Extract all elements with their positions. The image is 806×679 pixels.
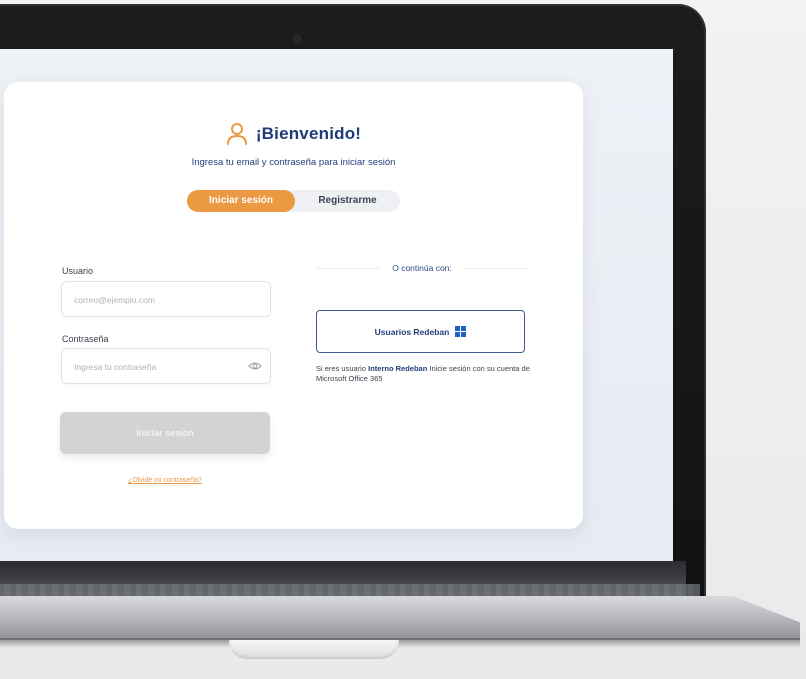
info-prefix: Si eres usuario — [316, 364, 369, 373]
divider-right — [464, 268, 528, 269]
welcome-subtitle: Ingresa tu email y contraseña para inici… — [191, 157, 396, 168]
welcome-title: ¡Bienvenido! — [255, 124, 362, 143]
redeban-users-label: Usuarios Redeban — [374, 326, 450, 337]
tab-register[interactable]: Registrarme — [295, 190, 400, 212]
scene: ¡Bienvenido! Ingresa tu email y contrase… — [0, 0, 806, 679]
laptop-notch — [229, 640, 399, 659]
user-label: Usuario — [62, 266, 94, 276]
password-input-box — [61, 348, 271, 385]
laptop-screen: ¡Bienvenido! Ingresa tu email y contrase… — [0, 49, 673, 561]
redeban-info-text: Si eres usuario Interno Redeban Inicie s… — [316, 364, 536, 384]
password-label: Contraseña — [62, 334, 109, 344]
camera — [294, 36, 300, 42]
password-input[interactable] — [72, 349, 246, 385]
redeban-users-button[interactable]: Usuarios Redeban — [316, 310, 525, 353]
eye-icon[interactable] — [248, 359, 262, 373]
laptop-base-shadow — [0, 638, 800, 648]
user-icon — [226, 122, 248, 146]
forgot-password-link[interactable]: ¿Olvidé mi contraseña? — [60, 477, 270, 484]
auth-tabs: Iniciar sesión Registrarme — [187, 190, 400, 212]
info-highlight: Interno Redeban — [368, 364, 428, 373]
login-submit-button[interactable]: Iniciar sesión — [60, 412, 270, 454]
user-input[interactable] — [72, 282, 246, 318]
login-card: ¡Bienvenido! Ingresa tu email y contrase… — [4, 82, 583, 529]
laptop-base — [0, 596, 800, 640]
windows-icon — [455, 326, 467, 337]
user-input-box — [61, 281, 271, 318]
welcome-header: ¡Bienvenido! — [4, 122, 583, 146]
tab-login[interactable]: Iniciar sesión — [187, 190, 295, 212]
